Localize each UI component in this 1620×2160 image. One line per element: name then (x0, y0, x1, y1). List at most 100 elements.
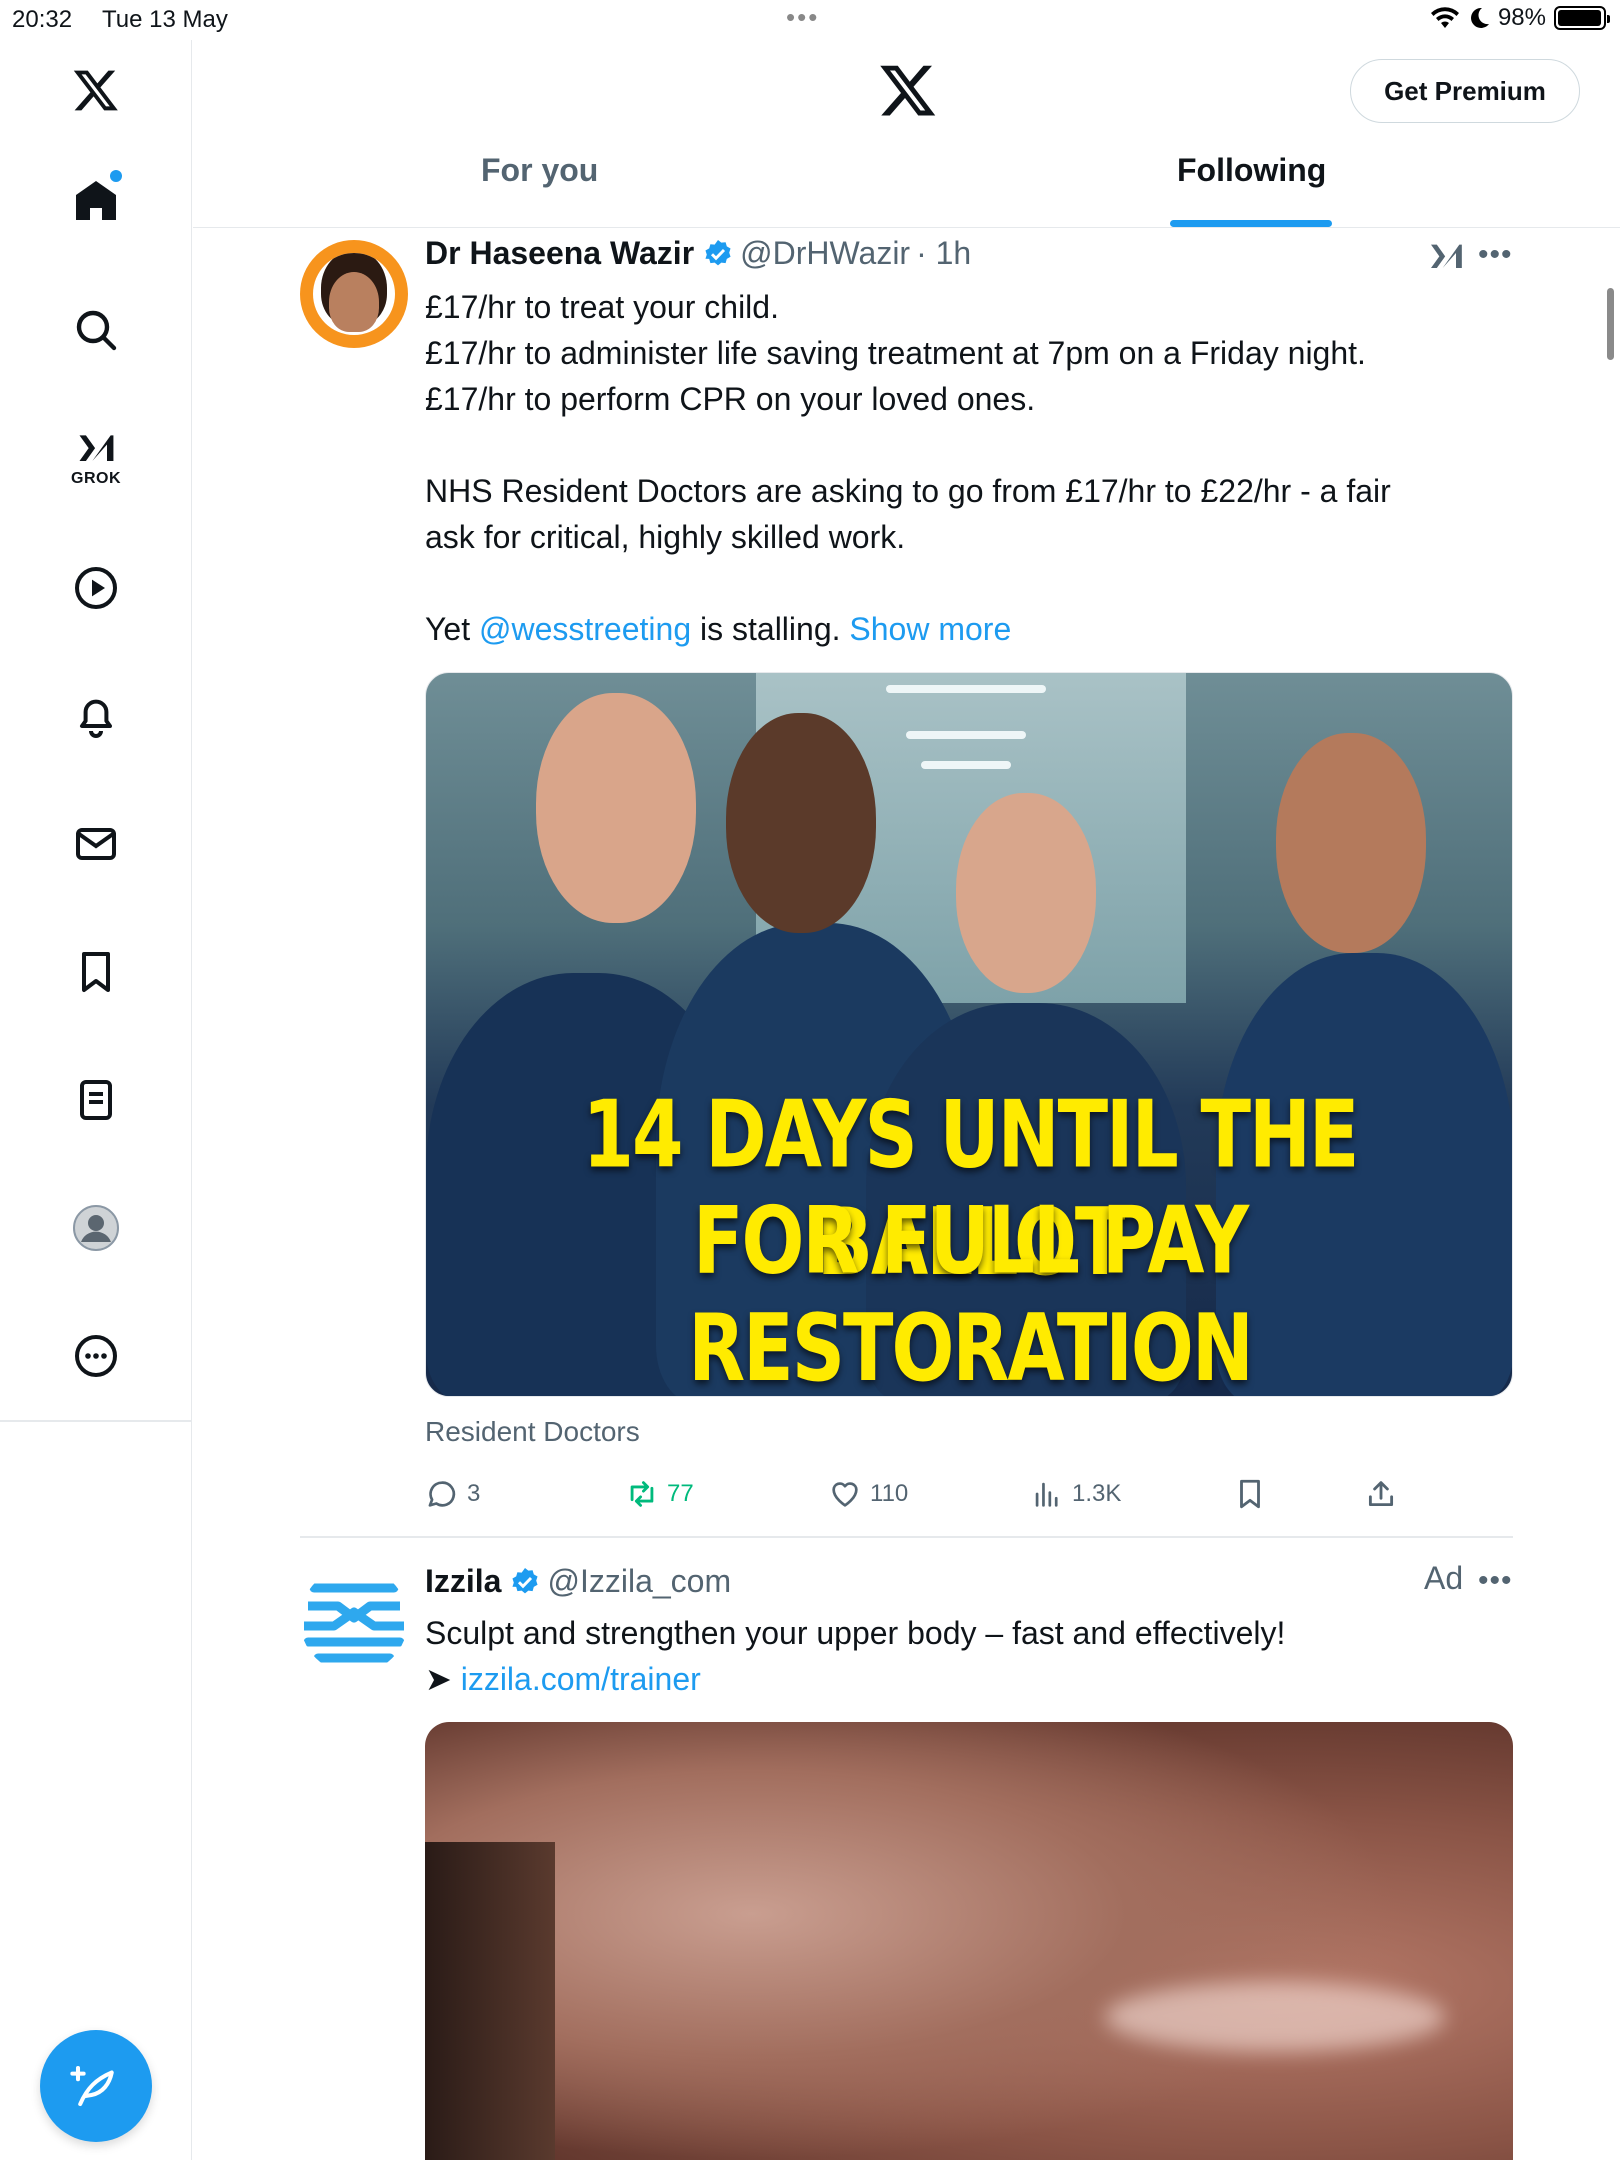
reply-count: 3 (467, 1480, 481, 1507)
author-handle[interactable]: @DrHWazir (740, 235, 910, 272)
sidebar-item-grok[interactable]: GROK (56, 418, 136, 498)
ad-link[interactable]: izzila.com/trainer (461, 1661, 701, 1697)
home-unread-dot (110, 170, 122, 182)
sidebar-item-messages[interactable] (56, 804, 136, 884)
tweet-spacer (425, 422, 1525, 468)
post-more-button[interactable]: ••• (1478, 1564, 1513, 1598)
tweet-text-suffix: is stalling. (700, 611, 841, 647)
ceiling-light (921, 761, 1011, 769)
sidebar-item-explore[interactable] (56, 290, 136, 370)
reply-button[interactable]: 3 (425, 1470, 480, 1518)
grok-label: GROK (71, 470, 121, 487)
ad-tweet-body: Sculpt and strengthen your upper body – … (425, 1610, 1525, 1702)
share-upload-icon (1368, 1481, 1394, 1507)
avatar[interactable] (300, 240, 408, 348)
compose-feather-icon (70, 2065, 114, 2107)
link-arrow: ➤ (425, 1661, 452, 1697)
compose-post-button[interactable] (40, 2030, 152, 2142)
izzila-logo-icon (300, 1566, 408, 1674)
doctor-head (726, 713, 876, 933)
ad-media-dark-area (425, 1842, 555, 2160)
views-button[interactable]: 1.3K (1030, 1470, 1121, 1518)
doctor-head (536, 693, 696, 923)
tweet-line: £17/hr to administer life saving treatme… (425, 335, 1366, 371)
author-name[interactable]: Dr Haseena Wazir (425, 235, 694, 272)
home-icon (76, 181, 116, 220)
status-time: 20:32 (12, 6, 73, 33)
tweet-text-prefix: Yet (425, 611, 471, 647)
view-count: 1.3K (1072, 1480, 1122, 1507)
ad-media-highlight (1105, 1982, 1445, 2052)
repost-button[interactable]: 77 (625, 1470, 694, 1518)
show-more-link[interactable]: Show more (849, 611, 1011, 647)
battery-icon (1554, 6, 1610, 30)
x-logo-icon (880, 65, 936, 116)
ceiling-light (906, 731, 1026, 739)
sidebar-item-profile[interactable] (56, 1188, 136, 1268)
x-logo-button[interactable] (56, 50, 136, 130)
heart-icon (832, 1482, 858, 1507)
post-time: · 1h (916, 235, 972, 271)
wifi-icon (1430, 7, 1459, 29)
profile-avatar-icon (73, 1205, 119, 1251)
tweet-line: £17/hr to treat your child. (425, 289, 779, 325)
battery-percent: 98% (1497, 4, 1546, 31)
sidebar-item-lists[interactable] (56, 1060, 136, 1140)
tweet-body: £17/hr to treat your child. £17/hr to ad… (425, 284, 1525, 652)
sidebar-item-notifications[interactable] (56, 676, 136, 756)
avatar-photo (313, 253, 395, 335)
post-more-button[interactable]: ••• (1478, 238, 1513, 272)
tweet-line: ask for critical, highly skilled work. (425, 519, 906, 555)
sidebar-divider (0, 1420, 192, 1422)
tweet-media-image[interactable]: 14 DAYS UNTIL THE BALLOT FOR FULL PAY RE… (425, 672, 1513, 1397)
ad-label: Ad (1424, 1560, 1464, 1596)
tab-for-you[interactable]: For you (481, 152, 598, 228)
battery-fill (1558, 10, 1602, 26)
search-icon (76, 310, 117, 351)
list-document-icon (80, 1080, 112, 1120)
avatar[interactable] (300, 1566, 408, 1674)
sidebar-item-home[interactable] (56, 160, 136, 240)
like-button[interactable]: 110 (828, 1470, 908, 1518)
doctor-head (1276, 733, 1426, 953)
x-logo-icon (73, 70, 118, 111)
multitasking-dots[interactable]: ••• (786, 2, 819, 33)
author-handle[interactable]: @Izzila_com (547, 1563, 731, 1600)
ceiling-light (886, 685, 1046, 693)
bookmark-icon (1240, 1479, 1260, 1509)
moon-icon (1470, 7, 1489, 28)
bookmark-button[interactable] (1233, 1470, 1275, 1518)
tweet-line: £17/hr to perform CPR on your loved ones… (425, 381, 1036, 417)
tweet-line: ➤ izzila.com/trainer (425, 1656, 1525, 1702)
sidebar-nav: GROK (0, 40, 192, 2160)
bell-icon (80, 699, 112, 738)
status-date: Tue 13 May (102, 6, 228, 33)
tweet-spacer (425, 560, 1525, 606)
grok-icon (79, 435, 114, 461)
views-bar-chart-icon (1035, 1482, 1058, 1507)
author-name[interactable]: Izzila (425, 1563, 501, 1600)
envelope-icon (76, 828, 116, 860)
video-play-icon (75, 567, 117, 609)
share-button[interactable] (1364, 1470, 1406, 1518)
sidebar-item-video[interactable] (56, 548, 136, 628)
verified-badge-icon (512, 1567, 539, 1593)
tweet-line: Sculpt and strengthen your upper body – … (425, 1615, 1286, 1651)
bookmark-icon (82, 952, 110, 992)
status-bar: 20:32 Tue 13 May ••• 98% (0, 0, 1620, 40)
sidebar-item-more[interactable] (56, 1316, 136, 1396)
sidebar-item-bookmarks[interactable] (56, 932, 136, 1012)
tweet-header: Dr Haseena Wazir @DrHWazir · 1h (425, 235, 971, 272)
scrollbar[interactable] (1607, 288, 1614, 360)
ad-media-video[interactable] (425, 1722, 1513, 2160)
timeline-header: Get Premium For you Following (193, 40, 1620, 228)
get-premium-button[interactable]: Get Premium (1350, 59, 1580, 123)
avatar-face (329, 272, 379, 332)
tweet-line: NHS Resident Doctors are asking to go fr… (425, 473, 1391, 509)
grok-icon[interactable] (1426, 238, 1466, 278)
tab-following[interactable]: Following (1177, 152, 1326, 228)
media-caption: Resident Doctors (425, 1416, 640, 1447)
mention-link[interactable]: @wesstreeting (479, 611, 691, 647)
repost-count: 77 (667, 1480, 694, 1507)
tweet-line: Yet @wesstreeting is stalling. Show more (425, 606, 1525, 652)
